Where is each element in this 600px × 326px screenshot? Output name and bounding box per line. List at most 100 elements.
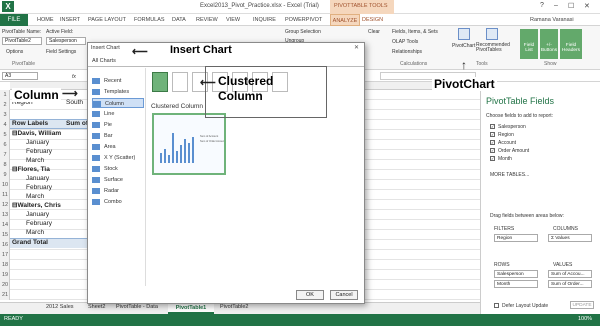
tab-inquire[interactable]: INQUIRE <box>253 17 276 23</box>
tab-formulas[interactable]: FORMULAS <box>134 17 165 23</box>
tab-all-charts[interactable]: All Charts <box>92 58 116 64</box>
row-number[interactable]: 3 <box>0 110 10 120</box>
row-labels-header[interactable]: Row Labels <box>12 119 48 129</box>
row-number[interactable]: 17 <box>0 250 10 260</box>
tab-home[interactable]: HOME <box>37 17 54 23</box>
row-number[interactable]: 5 <box>0 130 10 140</box>
field-label[interactable]: Account <box>498 140 516 146</box>
rows-month-field[interactable]: Month <box>494 280 538 288</box>
field-label[interactable]: Month <box>498 156 512 162</box>
row-number[interactable]: 18 <box>0 260 10 270</box>
ok-button[interactable]: OK <box>296 290 324 300</box>
field-checkbox[interactable]: ✓ <box>490 132 495 137</box>
chart-type-bar[interactable]: Bar <box>92 131 144 141</box>
field-checkbox[interactable]: ✓ <box>490 148 495 153</box>
field-label[interactable]: Salesperson <box>498 124 526 130</box>
subtype-clustered-column[interactable] <box>152 72 168 92</box>
defer-layout-checkbox[interactable] <box>494 303 499 308</box>
recommended-pivottables-icon[interactable] <box>486 28 498 40</box>
row-number[interactable]: 11 <box>0 190 10 200</box>
tab-insert[interactable]: INSERT <box>60 17 80 23</box>
chart-type-recent[interactable]: Recent <box>92 76 144 86</box>
chart-type-x-y-scatter-[interactable]: X Y (Scatter) <box>92 153 144 163</box>
row-number[interactable]: 10 <box>0 180 10 190</box>
chart-preview[interactable]: Sum of Account Sum of Order Amount <box>152 113 226 175</box>
name-box[interactable]: A3 <box>2 72 38 80</box>
chart-type-surface[interactable]: Surface <box>92 175 144 185</box>
zoom-level[interactable]: 100% <box>578 316 592 322</box>
sheet-tab-pivottable-data[interactable]: PivotTable - Data <box>116 304 158 310</box>
close-icon[interactable]: ✕ <box>584 2 590 10</box>
tab-file[interactable]: FILE <box>0 14 28 26</box>
active-field-input[interactable]: Salesperson <box>46 37 86 45</box>
pivot-row[interactable]: March <box>26 228 44 238</box>
sheet-tab-2012-sales[interactable]: 2012 Sales <box>46 304 74 310</box>
pivotchart-button[interactable]: PivotChart <box>452 43 475 49</box>
field-label[interactable]: Order Amount <box>498 148 529 154</box>
row-number[interactable]: 2 <box>0 100 10 110</box>
tab-view[interactable]: VIEW <box>226 17 240 23</box>
row-number[interactable]: 4 <box>0 120 10 130</box>
grand-total-label[interactable]: Grand Total <box>12 238 48 248</box>
field-checkbox[interactable]: ✓ <box>490 124 495 129</box>
row-number[interactable]: 7 <box>0 150 10 160</box>
sum-header[interactable]: Sum of <box>66 119 88 129</box>
tab-powerpivot[interactable]: POWERPIVOT <box>285 17 322 23</box>
row-number[interactable]: 20 <box>0 280 10 290</box>
tab-design[interactable]: DESIGN <box>362 17 383 23</box>
filters-region-field[interactable]: Region <box>494 234 538 242</box>
tab-analyze[interactable]: ANALYZE <box>330 14 360 26</box>
group-selection-button[interactable]: Group Selection <box>285 29 321 35</box>
row-number[interactable]: 8 <box>0 160 10 170</box>
row-number[interactable]: 16 <box>0 240 10 250</box>
minimize-icon[interactable]: – <box>554 2 558 9</box>
fields-items-sets-button[interactable]: Fields, Items, & Sets <box>392 29 438 35</box>
pivotchart-icon[interactable] <box>458 28 470 40</box>
chart-type-line[interactable]: Line <box>92 109 144 119</box>
tab-review[interactable]: REVIEW <box>196 17 218 23</box>
row-number[interactable]: 15 <box>0 230 10 240</box>
values-sum-order-field[interactable]: Sum of Order... <box>548 280 592 288</box>
sheet-tab-pivottable2[interactable]: PivotTable2 <box>220 304 248 310</box>
columns-values-field[interactable]: Σ Values <box>548 234 592 242</box>
sheet-tab-sheet2[interactable]: Sheet2 <box>88 304 105 310</box>
cancel-button[interactable]: Cancel <box>330 290 358 300</box>
chart-type-radar[interactable]: Radar <box>92 186 144 196</box>
relationships-button[interactable]: Relationships <box>392 49 422 55</box>
recommended-pivottables-button[interactable]: Recommended PivotTables <box>476 43 516 53</box>
rows-salesperson-field[interactable]: Salesperson <box>494 270 538 278</box>
row-number[interactable]: 1 <box>0 90 10 100</box>
row-number[interactable]: 14 <box>0 220 10 230</box>
pivottable-name-input[interactable]: PivotTable2 <box>2 37 42 45</box>
chart-type-stock[interactable]: Stock <box>92 164 144 174</box>
row-number[interactable]: 12 <box>0 200 10 210</box>
row-number[interactable]: 9 <box>0 170 10 180</box>
field-label[interactable]: Region <box>498 132 514 138</box>
more-tables-link[interactable]: MORE TABLES... <box>490 172 529 178</box>
field-checkbox[interactable]: ✓ <box>490 156 495 161</box>
plus-minus-buttons-button[interactable]: +/- Buttons <box>540 29 558 59</box>
chart-type-area[interactable]: Area <box>92 142 144 152</box>
field-settings-button[interactable]: Field Settings <box>46 49 76 55</box>
chart-type-pie[interactable]: Pie <box>92 120 144 130</box>
update-button[interactable]: UPDATE <box>570 301 594 309</box>
row-number[interactable]: 6 <box>0 140 10 150</box>
fx-icon[interactable]: fx <box>72 74 76 80</box>
maximize-icon[interactable]: ☐ <box>568 2 574 10</box>
chart-type-column[interactable]: Column <box>92 98 144 108</box>
chart-type-combo[interactable]: Combo <box>92 197 144 207</box>
options-button[interactable]: Options <box>6 49 23 55</box>
row-number[interactable]: 21 <box>0 290 10 300</box>
subtype-stacked-column[interactable] <box>172 72 188 92</box>
dialog-close-icon[interactable]: ✕ <box>354 44 359 51</box>
field-headers-button[interactable]: Field Headers <box>560 29 582 59</box>
field-checkbox[interactable]: ✓ <box>490 140 495 145</box>
tab-page-layout[interactable]: PAGE LAYOUT <box>88 17 126 23</box>
values-sum-account-field[interactable]: Sum of Accou... <box>548 270 592 278</box>
user-name[interactable]: Ramana Varanasi <box>530 17 574 23</box>
tab-data[interactable]: DATA <box>172 17 186 23</box>
olap-tools-button[interactable]: OLAP Tools <box>392 39 418 45</box>
help-icon[interactable]: ? <box>540 2 544 9</box>
chart-type-templates[interactable]: Templates <box>92 87 144 97</box>
row-number[interactable]: 13 <box>0 210 10 220</box>
